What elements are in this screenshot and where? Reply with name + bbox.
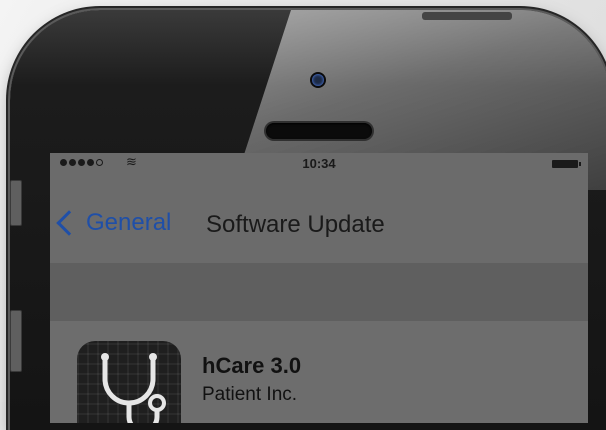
update-app-name: hCare 3.0 [202,353,302,378]
volume-up-button [10,310,22,372]
status-bar: ≋ 10:34 [50,153,588,173]
stethoscope-icon [77,341,181,423]
update-company: Patient Inc. [202,384,298,405]
back-label: General [86,209,172,236]
page-title: Software Update [206,211,385,238]
power-button [422,12,512,20]
back-button[interactable]: General [56,209,172,237]
phone-frame: ≋ 10:34 General Software Update hCare 3.… [10,10,606,430]
earpiece-speaker [266,123,372,139]
status-time: 10:34 [302,156,336,171]
front-camera [312,74,324,86]
stethoscope-glyph [101,353,166,423]
chevron-left-icon [56,210,82,236]
mute-switch [10,180,22,226]
navigation-bar: General Software Update [50,193,588,264]
section-spacer [50,263,588,322]
update-item[interactable]: hCare 3.0 Patient Inc. [50,321,588,423]
battery-icon [552,160,581,168]
phone-screen: ≋ 10:34 General Software Update hCare 3.… [50,153,588,423]
